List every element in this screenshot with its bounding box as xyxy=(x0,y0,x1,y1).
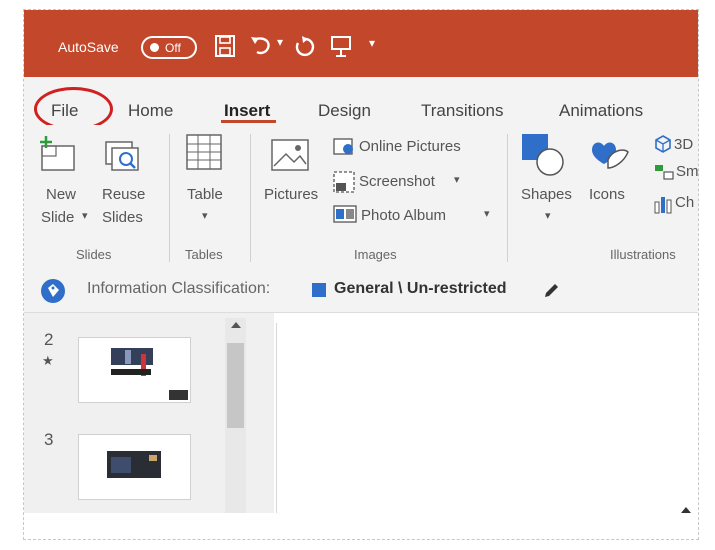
icons-icon[interactable] xyxy=(586,132,630,181)
group-label-images: Images xyxy=(354,247,397,262)
tab-animations[interactable]: Animations xyxy=(559,101,643,121)
slide-number-3: 3 xyxy=(44,430,54,449)
slide-canvas[interactable] xyxy=(276,323,698,513)
reuse-slides-icon[interactable] xyxy=(102,138,144,183)
tag-icon xyxy=(40,278,66,309)
active-tab-indicator xyxy=(221,120,276,123)
screenshot-dropdown-icon[interactable]: ▾ xyxy=(454,173,460,186)
slide-number-2: 2 xyxy=(44,330,54,349)
group-divider xyxy=(169,134,170,262)
undo-icon[interactable] xyxy=(249,34,275,64)
group-label-illustrations: Illustrations xyxy=(610,247,676,262)
table-dropdown-icon[interactable]: ▾ xyxy=(202,209,208,222)
customize-icon[interactable]: ▾ xyxy=(369,36,375,50)
redo-icon[interactable] xyxy=(292,34,316,66)
powerpoint-window: AutoSave Off ▾ ▾ File Home Insert Design… xyxy=(23,9,699,540)
new-slide-label-1: New xyxy=(46,186,77,203)
shapes-icon[interactable] xyxy=(520,132,568,183)
autosave-state: Off xyxy=(165,41,181,55)
scrollbar-thumb[interactable] xyxy=(227,343,244,428)
photo-album-label[interactable]: Photo Album xyxy=(361,207,446,224)
reuse-slides-label-1: Reuse xyxy=(102,186,146,203)
title-bar: AutoSave Off ▾ ▾ xyxy=(24,10,698,77)
pictures-label: Pictures xyxy=(264,186,319,203)
pictures-icon[interactable] xyxy=(270,136,314,181)
group-label-tables: Tables xyxy=(185,247,223,262)
tab-design[interactable]: Design xyxy=(318,101,371,121)
reuse-slides-label-2: Slides xyxy=(102,209,143,226)
shapes-label: Shapes xyxy=(521,186,572,203)
group-divider xyxy=(507,134,508,262)
screenshot-icon[interactable] xyxy=(333,171,355,198)
status-area xyxy=(24,513,698,539)
chart-label[interactable]: Ch xyxy=(675,194,694,211)
shapes-dropdown-icon[interactable]: ▾ xyxy=(545,209,551,222)
smartart-icon[interactable] xyxy=(654,163,674,186)
toggle-knob xyxy=(150,43,159,52)
photo-album-dropdown-icon[interactable]: ▾ xyxy=(484,207,490,220)
present-icon[interactable] xyxy=(330,34,352,64)
online-pictures-icon[interactable] xyxy=(333,137,355,162)
save-icon[interactable] xyxy=(214,34,236,64)
edit-pencil-icon[interactable] xyxy=(542,282,560,305)
scroll-up-icon[interactable] xyxy=(229,318,243,336)
icons-label: Icons xyxy=(589,186,625,203)
classification-color-square xyxy=(312,283,326,302)
tab-insert[interactable]: Insert xyxy=(224,101,270,121)
slide-thumbnail-2[interactable] xyxy=(78,337,191,403)
chart-icon[interactable] xyxy=(654,194,674,219)
photo-album-icon[interactable] xyxy=(333,205,357,228)
undo-dropdown-icon[interactable]: ▾ xyxy=(277,35,283,49)
group-divider xyxy=(250,134,251,262)
new-slide-icon[interactable] xyxy=(38,134,78,179)
new-slide-dropdown-icon[interactable]: ▾ xyxy=(82,209,88,222)
table-icon[interactable] xyxy=(184,132,224,177)
slide-thumbnail-3[interactable] xyxy=(78,434,191,500)
autosave-toggle[interactable]: Off xyxy=(141,36,197,59)
tab-home[interactable]: Home xyxy=(128,101,173,121)
screenshot-label[interactable]: Screenshot xyxy=(359,173,435,190)
3d-models-icon[interactable] xyxy=(654,135,672,158)
smartart-label[interactable]: Sm xyxy=(676,163,698,180)
3d-models-label[interactable]: 3D xyxy=(674,136,693,153)
autosave-label: AutoSave xyxy=(58,39,119,55)
group-label-slides: Slides xyxy=(76,247,112,262)
tab-transitions[interactable]: Transitions xyxy=(421,101,504,121)
slide-star-marker: ★ xyxy=(42,353,54,368)
table-label: Table xyxy=(187,186,223,203)
classification-value: General \ Un-restricted xyxy=(334,280,507,297)
new-slide-label-2: Slide xyxy=(41,209,75,226)
online-pictures-label[interactable]: Online Pictures xyxy=(359,138,461,155)
classification-label: Information Classification: xyxy=(87,280,271,297)
